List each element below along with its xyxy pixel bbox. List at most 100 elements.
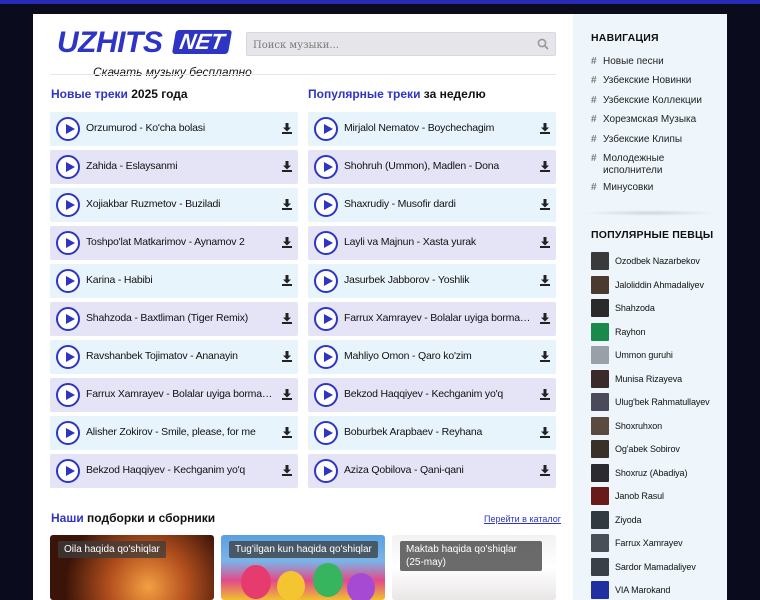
download-icon[interactable] <box>282 161 292 172</box>
singer-name[interactable]: Ozodbek Nazarbekov <box>615 256 700 266</box>
track-title[interactable]: Layli va Majnun - Xasta yurak <box>344 236 532 248</box>
singer-name[interactable]: Ummon guruhi <box>615 350 673 360</box>
singer-name[interactable]: Munisa Rizayeva <box>615 374 682 384</box>
download-icon[interactable] <box>282 465 292 476</box>
avatar[interactable] <box>591 393 609 411</box>
singer-item[interactable]: Shahzoda <box>591 299 721 319</box>
singer-item[interactable]: VIA Marokand <box>591 581 721 600</box>
track-row[interactable]: Ravshanbek Tojimatov - Ananayin <box>50 340 298 374</box>
play-icon[interactable] <box>314 307 338 331</box>
singer-item[interactable]: Ulug'bek Rahmatullayev <box>591 393 721 413</box>
play-icon[interactable] <box>56 383 80 407</box>
download-icon[interactable] <box>540 351 550 362</box>
singer-item[interactable]: Ummon guruhi <box>591 346 721 366</box>
nav-item-label[interactable]: Минусовки <box>603 182 721 194</box>
singer-name[interactable]: Farrux Xamrayev <box>615 538 683 548</box>
track-title[interactable]: Orzumurod - Ko'cha bolasi <box>86 122 274 134</box>
play-icon[interactable] <box>314 345 338 369</box>
play-icon[interactable] <box>56 345 80 369</box>
singer-name[interactable]: Sardor Mamadaliyev <box>615 562 696 572</box>
download-icon[interactable] <box>282 237 292 248</box>
play-icon[interactable] <box>56 231 80 255</box>
track-row[interactable]: Shaxrudiy - Musofir dardi <box>308 188 556 222</box>
download-icon[interactable] <box>540 427 550 438</box>
singer-name[interactable]: Og'abek Sobirov <box>615 444 680 454</box>
play-icon[interactable] <box>56 117 80 141</box>
collection-card-family[interactable]: Oila haqida qo'shiqlar <box>50 535 214 600</box>
track-row[interactable]: Mirjalol Nematov - Boychechagim <box>308 112 556 146</box>
track-row[interactable]: Zahida - Eslaysanmi <box>50 150 298 184</box>
download-icon[interactable] <box>282 199 292 210</box>
avatar[interactable] <box>591 487 609 505</box>
download-icon[interactable] <box>282 123 292 134</box>
track-row[interactable]: Farrux Xamrayev - Bolalar uyiga bormaysa… <box>308 302 556 336</box>
avatar[interactable] <box>591 252 609 270</box>
track-row[interactable]: Aziza Qobilova - Qani-qani <box>308 454 556 488</box>
track-row[interactable]: Layli va Majnun - Xasta yurak <box>308 226 556 260</box>
nav-item-label[interactable]: Молодежные исполнители <box>603 153 721 177</box>
avatar[interactable] <box>591 346 609 364</box>
download-icon[interactable] <box>540 465 550 476</box>
singer-item[interactable]: Ziyoda <box>591 510 721 531</box>
track-row[interactable]: Alisher Zokirov - Smile, please, for me <box>50 416 298 450</box>
track-row[interactable]: Bekzod Haqqiyev - Kechganim yo'q <box>308 378 556 412</box>
avatar[interactable] <box>591 440 609 458</box>
singer-item[interactable]: Rayhon <box>591 322 721 343</box>
play-icon[interactable] <box>314 193 338 217</box>
download-icon[interactable] <box>540 313 550 324</box>
singer-name[interactable]: Shahzoda <box>615 303 655 313</box>
nav-item-label[interactable]: Узбекские Клипы <box>603 134 721 146</box>
avatar[interactable] <box>591 534 609 552</box>
track-title[interactable]: Farrux Xamrayev - Bolalar uyiga bormaysa… <box>344 312 532 324</box>
track-title[interactable]: Ravshanbek Tojimatov - Ananayin <box>86 350 274 362</box>
download-icon[interactable] <box>282 313 292 324</box>
track-row[interactable]: Toshpo'lat Matkarimov - Aynamov 2 <box>50 226 298 260</box>
avatar[interactable] <box>591 510 609 529</box>
avatar[interactable] <box>591 275 609 294</box>
singer-item[interactable]: Munisa Rizayeva <box>591 369 721 390</box>
track-row[interactable]: Shohruh (Ummon), Madlen - Dona <box>308 150 556 184</box>
singer-item[interactable]: Farrux Xamrayev <box>591 534 721 554</box>
track-title[interactable]: Shahzoda - Baxtliman (Tiger Remix) <box>86 312 274 324</box>
play-icon[interactable] <box>314 383 338 407</box>
track-title[interactable]: Jasurbek Jabborov - Yoshlik <box>344 274 532 286</box>
nav-item-label[interactable]: Узбекские Коллекции <box>603 95 721 107</box>
play-icon[interactable] <box>56 193 80 217</box>
singer-name[interactable]: Rayhon <box>615 327 646 337</box>
track-title[interactable]: Xojiakbar Ruzmetov - Buziladi <box>86 198 274 210</box>
play-icon[interactable] <box>314 269 338 293</box>
avatar[interactable] <box>591 322 609 341</box>
singer-item[interactable]: Shoxruhxon <box>591 416 721 437</box>
singer-name[interactable]: Janob Rasul <box>615 491 664 501</box>
singer-name[interactable]: Jaloliddin Ahmadaliyev <box>615 280 704 290</box>
download-icon[interactable] <box>282 275 292 286</box>
singer-item[interactable]: Shoxruz (Abadiya) <box>591 463 721 484</box>
singer-item[interactable]: Og'abek Sobirov <box>591 440 721 460</box>
track-row[interactable]: Bekzod Haqqiyev - Kechganim yo'q <box>50 454 298 488</box>
track-row[interactable]: Farrux Xamrayev - Bolalar uyiga bormaysa… <box>50 378 298 412</box>
collection-card-birthday[interactable]: Tug'ilgan kun haqida qo'shiqlar <box>221 535 385 600</box>
play-icon[interactable] <box>56 269 80 293</box>
play-icon[interactable] <box>56 459 80 483</box>
download-icon[interactable] <box>282 427 292 438</box>
singer-name[interactable]: Shoxruz (Abadiya) <box>615 468 687 478</box>
play-icon[interactable] <box>56 421 80 445</box>
nav-item-label[interactable]: Узбекские Новинки <box>603 75 721 87</box>
nav-item-label[interactable]: Новые песни <box>603 56 721 68</box>
download-icon[interactable] <box>540 237 550 248</box>
singer-name[interactable]: Ziyoda <box>615 515 642 525</box>
download-icon[interactable] <box>540 123 550 134</box>
download-icon[interactable] <box>540 389 550 400</box>
download-icon[interactable] <box>282 389 292 400</box>
play-icon[interactable] <box>56 155 80 179</box>
track-row[interactable]: Shahzoda - Baxtliman (Tiger Remix) <box>50 302 298 336</box>
singer-name[interactable]: VIA Marokand <box>615 585 670 595</box>
avatar[interactable] <box>591 369 609 388</box>
track-title[interactable]: Mirjalol Nematov - Boychechagim <box>344 122 532 134</box>
download-icon[interactable] <box>540 161 550 172</box>
nav-item-label[interactable]: Хорезмская Музыка <box>603 114 721 126</box>
avatar[interactable] <box>591 463 609 482</box>
singer-name[interactable]: Shoxruhxon <box>615 421 662 431</box>
track-row[interactable]: Xojiakbar Ruzmetov - Buziladi <box>50 188 298 222</box>
track-title[interactable]: Bekzod Haqqiyev - Kechganim yo'q <box>344 388 532 400</box>
